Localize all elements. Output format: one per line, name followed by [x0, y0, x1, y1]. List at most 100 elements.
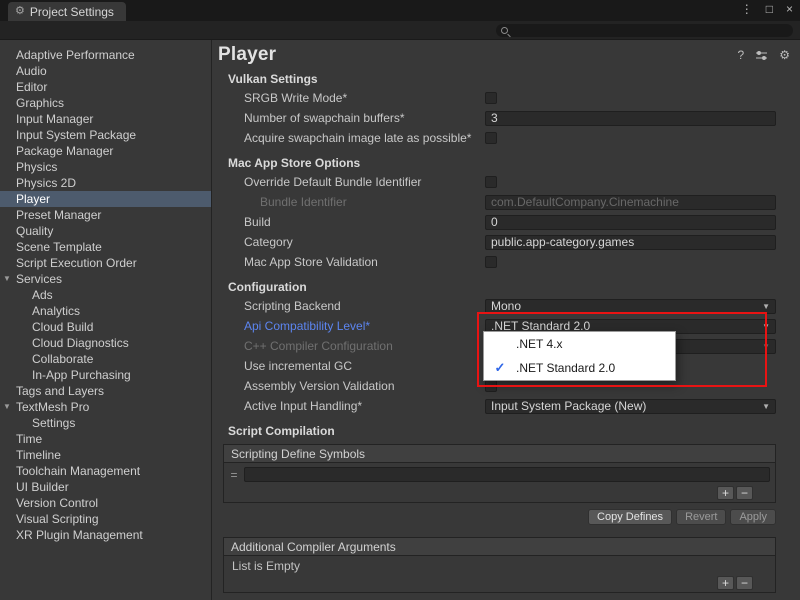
sidebar-item-preset-manager[interactable]: Preset Manager [0, 207, 211, 223]
list-empty-row: List is Empty [224, 556, 775, 576]
chevron-down-icon: ▼ [762, 322, 770, 331]
remove-button[interactable]: − [736, 576, 753, 590]
foldout-open-icon[interactable]: ▼ [3, 399, 11, 415]
menu-item-net-4x[interactable]: .NET 4.x [484, 332, 675, 356]
row-srgb-write-mode: SRGB Write Mode* [212, 88, 800, 108]
remove-button[interactable]: − [736, 486, 753, 500]
chevron-down-icon: ▼ [762, 302, 770, 311]
sidebar-item-input-manager[interactable]: Input Manager [0, 111, 211, 127]
field-label: Active Input Handling* [244, 399, 485, 413]
srgb-write-mode-checkbox[interactable] [485, 92, 497, 104]
sidebar-item-physics-2d[interactable]: Physics 2D [0, 175, 211, 191]
mac-app-store-validation-checkbox[interactable] [485, 256, 497, 268]
sidebar-item-ads[interactable]: Ads [0, 287, 211, 303]
category-field[interactable]: public.app-category.games [485, 235, 776, 250]
check-icon: ✓ [484, 360, 516, 376]
tab-title: Project Settings [30, 5, 114, 19]
window-menu-icon[interactable]: ⋮ [741, 2, 753, 16]
search-input[interactable] [496, 24, 793, 37]
sidebar-item-toolchain-management[interactable]: Toolchain Management [0, 463, 211, 479]
field-label: Mac App Store Validation [244, 255, 485, 269]
build-field[interactable]: 0 [485, 215, 776, 230]
sidebar-item-textmesh-pro[interactable]: ▼ TextMesh Pro [0, 399, 211, 415]
menu-item-label: .NET 4.x [516, 337, 562, 351]
sidebar-item-xr-plugin-management[interactable]: XR Plugin Management [0, 527, 211, 543]
sidebar-item-cloud-diagnostics[interactable]: Cloud Diagnostics [0, 335, 211, 351]
sidebar-item-graphics[interactable]: Graphics [0, 95, 211, 111]
sidebar-item-tmp-settings[interactable]: Settings [0, 415, 211, 431]
add-button[interactable]: + [717, 486, 734, 500]
settings-category-sidebar: Adaptive Performance Audio Editor Graphi… [0, 40, 212, 600]
field-label: SRGB Write Mode* [244, 91, 485, 105]
drag-handle-icon[interactable]: = [229, 468, 239, 482]
row-override-bundle-identifier: Override Default Bundle Identifier [212, 172, 800, 192]
window-close-icon[interactable]: × [786, 2, 793, 16]
row-swapchain-buffers: Number of swapchain buffers* 3 [212, 108, 800, 128]
field-label: Scripting Backend [244, 299, 485, 313]
sidebar-item-adaptive-performance[interactable]: Adaptive Performance [0, 47, 211, 63]
toolbar [0, 21, 800, 40]
list-header: Scripting Define Symbols [224, 445, 775, 463]
window-maximize-icon[interactable]: □ [766, 2, 773, 16]
sidebar-item-physics[interactable]: Physics [0, 159, 211, 175]
sidebar-item-visual-scripting[interactable]: Visual Scripting [0, 511, 211, 527]
player-settings-panel: Player ? ⚙ Vulkan Settings SRGB Write Mo… [212, 40, 800, 600]
acquire-swapchain-checkbox[interactable] [485, 132, 497, 144]
field-label: C++ Compiler Configuration [244, 339, 485, 353]
search-icon [501, 27, 508, 34]
revert-button[interactable]: Revert [676, 509, 726, 525]
sidebar-item-editor[interactable]: Editor [0, 79, 211, 95]
sidebar-item-analytics[interactable]: Analytics [0, 303, 211, 319]
sidebar-item-time[interactable]: Time [0, 431, 211, 447]
help-icon[interactable]: ? [738, 48, 745, 62]
chevron-down-icon: ▼ [762, 342, 770, 351]
copy-defines-button[interactable]: Copy Defines [588, 509, 672, 525]
sidebar-item-quality[interactable]: Quality [0, 223, 211, 239]
row-api-compatibility-level: Api Compatibility Level* .NET Standard 2… [212, 316, 800, 336]
field-label: Assembly Version Validation [244, 379, 485, 393]
sidebar-item-audio[interactable]: Audio [0, 63, 211, 79]
sidebar-item-package-manager[interactable]: Package Manager [0, 143, 211, 159]
gear-icon[interactable]: ⚙ [779, 48, 790, 62]
sidebar-item-timeline[interactable]: Timeline [0, 447, 211, 463]
sidebar-item-cloud-build[interactable]: Cloud Build [0, 319, 211, 335]
api-compatibility-dropdown-menu: .NET 4.x ✓ .NET Standard 2.0 [483, 331, 676, 381]
sidebar-item-in-app-purchasing[interactable]: In-App Purchasing [0, 367, 211, 383]
override-bundle-identifier-checkbox[interactable] [485, 176, 497, 188]
sidebar-item-ui-builder[interactable]: UI Builder [0, 479, 211, 495]
section-script-compilation: Script Compilation [212, 422, 800, 440]
sidebar-item-input-system-package[interactable]: Input System Package [0, 127, 211, 143]
define-symbol-field[interactable] [244, 467, 770, 482]
page-title: Player [218, 44, 738, 66]
sidebar-item-collaborate[interactable]: Collaborate [0, 351, 211, 367]
section-mac-app-store: Mac App Store Options [212, 154, 800, 172]
sidebar-item-label: Services [16, 272, 62, 286]
sidebar-item-player[interactable]: Player [0, 191, 211, 207]
tab-project-settings[interactable]: ⚙ Project Settings [8, 2, 126, 21]
apply-button[interactable]: Apply [730, 509, 776, 525]
field-label: Number of swapchain buffers* [244, 111, 485, 125]
field-label: Api Compatibility Level* [244, 319, 485, 333]
active-input-handling-dropdown[interactable]: Input System Package (New) ▼ [485, 399, 776, 414]
window-titlebar: ⚙ Project Settings ⋮ □ × [0, 0, 800, 21]
field-label: Use incremental GC [244, 359, 485, 373]
scripting-backend-dropdown[interactable]: Mono ▼ [485, 299, 776, 314]
row-category: Category public.app-category.games [212, 232, 800, 252]
assembly-version-validation-checkbox[interactable] [485, 380, 497, 392]
field-label: Override Default Bundle Identifier [244, 175, 485, 189]
sidebar-item-services[interactable]: ▼ Services [0, 271, 211, 287]
settings-gear-icon: ⚙ [15, 6, 25, 17]
foldout-open-icon[interactable]: ▼ [3, 271, 11, 287]
list-header: Additional Compiler Arguments [224, 538, 775, 556]
preset-icon[interactable] [755, 50, 768, 61]
sidebar-item-label: TextMesh Pro [16, 400, 89, 414]
sidebar-item-version-control[interactable]: Version Control [0, 495, 211, 511]
menu-item-net-standard-20[interactable]: ✓ .NET Standard 2.0 [484, 356, 675, 380]
sidebar-item-tags-and-layers[interactable]: Tags and Layers [0, 383, 211, 399]
list-add-remove-controls: + − [717, 576, 753, 592]
add-button[interactable]: + [717, 576, 734, 590]
sidebar-item-script-execution-order[interactable]: Script Execution Order [0, 255, 211, 271]
sidebar-item-scene-template[interactable]: Scene Template [0, 239, 211, 255]
field-label: Category [244, 235, 485, 249]
swapchain-buffers-field[interactable]: 3 [485, 111, 776, 126]
